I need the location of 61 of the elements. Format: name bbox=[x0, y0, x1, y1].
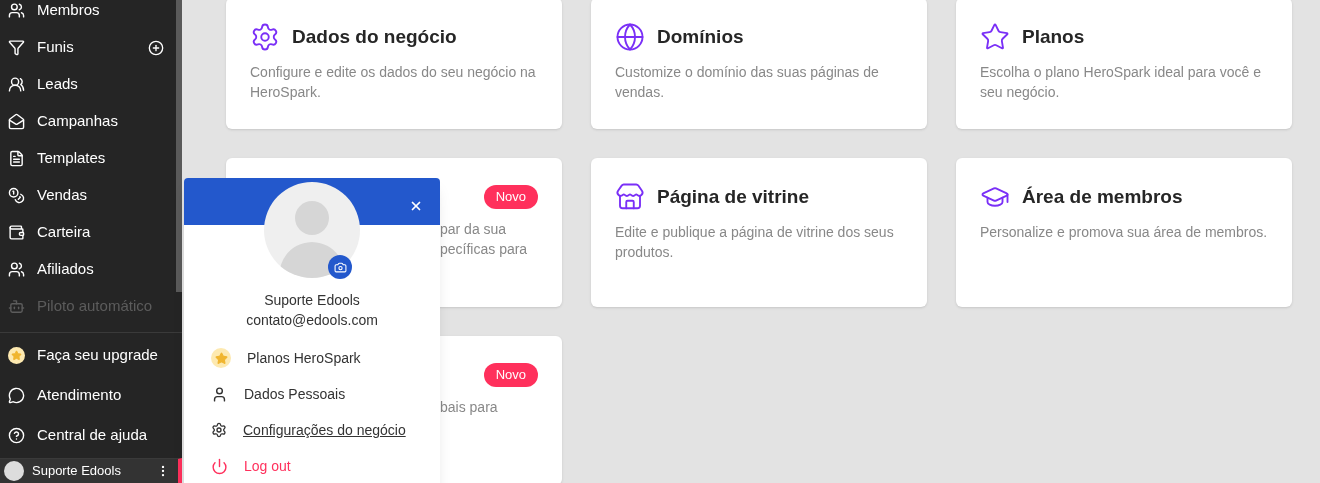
card-description: Escolha o plano HeroSpark ideal para você e seu negócio. bbox=[980, 63, 1262, 102]
settings-icon bbox=[250, 22, 280, 52]
close-icon[interactable] bbox=[409, 199, 423, 213]
user-name: Suporte Edools bbox=[264, 291, 360, 310]
add-icon[interactable] bbox=[148, 39, 164, 56]
wallet-icon bbox=[8, 224, 25, 241]
menu-item[interactable]: Configurações do negócio bbox=[184, 412, 440, 448]
card-title: Dados do negócio bbox=[292, 24, 457, 49]
card-title: Área de membros bbox=[1022, 184, 1183, 209]
card-description: Customize o domínio das suas páginas de vendas. bbox=[615, 63, 880, 102]
document-icon bbox=[8, 150, 25, 167]
sidebar-item[interactable]: Central de ajuda bbox=[0, 415, 182, 455]
coins-icon bbox=[8, 187, 25, 204]
sidebar-item[interactable]: Membros bbox=[0, 0, 176, 29]
card-description: Edite e publique a página de vitrine dos seus produtos. bbox=[615, 223, 895, 262]
sidebar-item[interactable]: Afiliados bbox=[0, 251, 176, 288]
settings-card[interactable]: Página de vitrine Edite e publique a página de vitrine dos seus produtos. bbox=[591, 158, 927, 307]
people-icon bbox=[8, 2, 25, 19]
user-email: contato@edools.com bbox=[246, 311, 378, 330]
sidebar-item[interactable]: Leads bbox=[0, 66, 176, 103]
people-icon bbox=[8, 76, 25, 93]
sidebar-item[interactable]: Funis bbox=[0, 29, 176, 66]
settings-icon bbox=[211, 422, 227, 438]
card-title: Domínios bbox=[657, 24, 744, 49]
help-icon bbox=[8, 426, 25, 444]
user-name: Suporte Edools bbox=[32, 462, 122, 481]
settings-card[interactable]: Dados do negócio Configure e edite os dados do seu negócio na HeroSpark. bbox=[226, 0, 562, 129]
power-icon bbox=[211, 457, 228, 475]
filter-icon bbox=[8, 39, 25, 56]
menu-item[interactable]: Dados Pessoais bbox=[184, 376, 440, 412]
people-icon bbox=[8, 261, 25, 278]
card-description: Configure e edite os dados do seu negócio na HeroSpark. bbox=[250, 63, 537, 102]
camera-button[interactable] bbox=[328, 255, 352, 279]
sidebar-item[interactable]: Atendimento bbox=[0, 375, 182, 415]
sidebar-item[interactable]: Carteira bbox=[0, 214, 176, 251]
globe-icon bbox=[615, 22, 645, 52]
sidebar-item[interactable]: Templates bbox=[0, 140, 176, 177]
avatar bbox=[4, 461, 24, 481]
card-title: Planos bbox=[1022, 24, 1085, 49]
store-icon bbox=[615, 182, 645, 212]
robot-icon bbox=[8, 298, 25, 315]
envelope-icon bbox=[8, 113, 25, 130]
sidebar-item[interactable]: Vendas bbox=[0, 177, 176, 214]
person-icon bbox=[211, 385, 228, 403]
sidebar-item[interactable]: Campanhas bbox=[0, 103, 176, 140]
card-title: Página de vitrine bbox=[657, 184, 810, 209]
card-description: Personalize e promova sua área de membros. bbox=[980, 223, 1268, 242]
sidebar-item[interactable]: Faça seu upgrade bbox=[0, 335, 182, 375]
camera-icon bbox=[333, 260, 347, 274]
menu-item[interactable]: Log out bbox=[184, 448, 440, 483]
new-badge: Novo bbox=[483, 363, 538, 387]
chat-icon bbox=[8, 386, 25, 404]
settings-card[interactable]: Área de membros Personalize e promova sua área de membros. bbox=[956, 158, 1292, 307]
star-icon bbox=[980, 22, 1010, 52]
settings-card[interactable]: Planos Escolha o plano HeroSpark ideal para você e seu negócio. bbox=[956, 0, 1292, 129]
settings-card[interactable]: Domínios Customize o domínio das suas páginas de vendas. bbox=[591, 0, 927, 129]
card-description: pecíficas para bbox=[440, 240, 529, 259]
new-badge: Novo bbox=[483, 185, 538, 209]
menu-item[interactable]: Planos HeroSpark bbox=[184, 340, 440, 376]
card-description: bais para bbox=[440, 398, 499, 417]
card-description: par da sua bbox=[440, 220, 508, 239]
